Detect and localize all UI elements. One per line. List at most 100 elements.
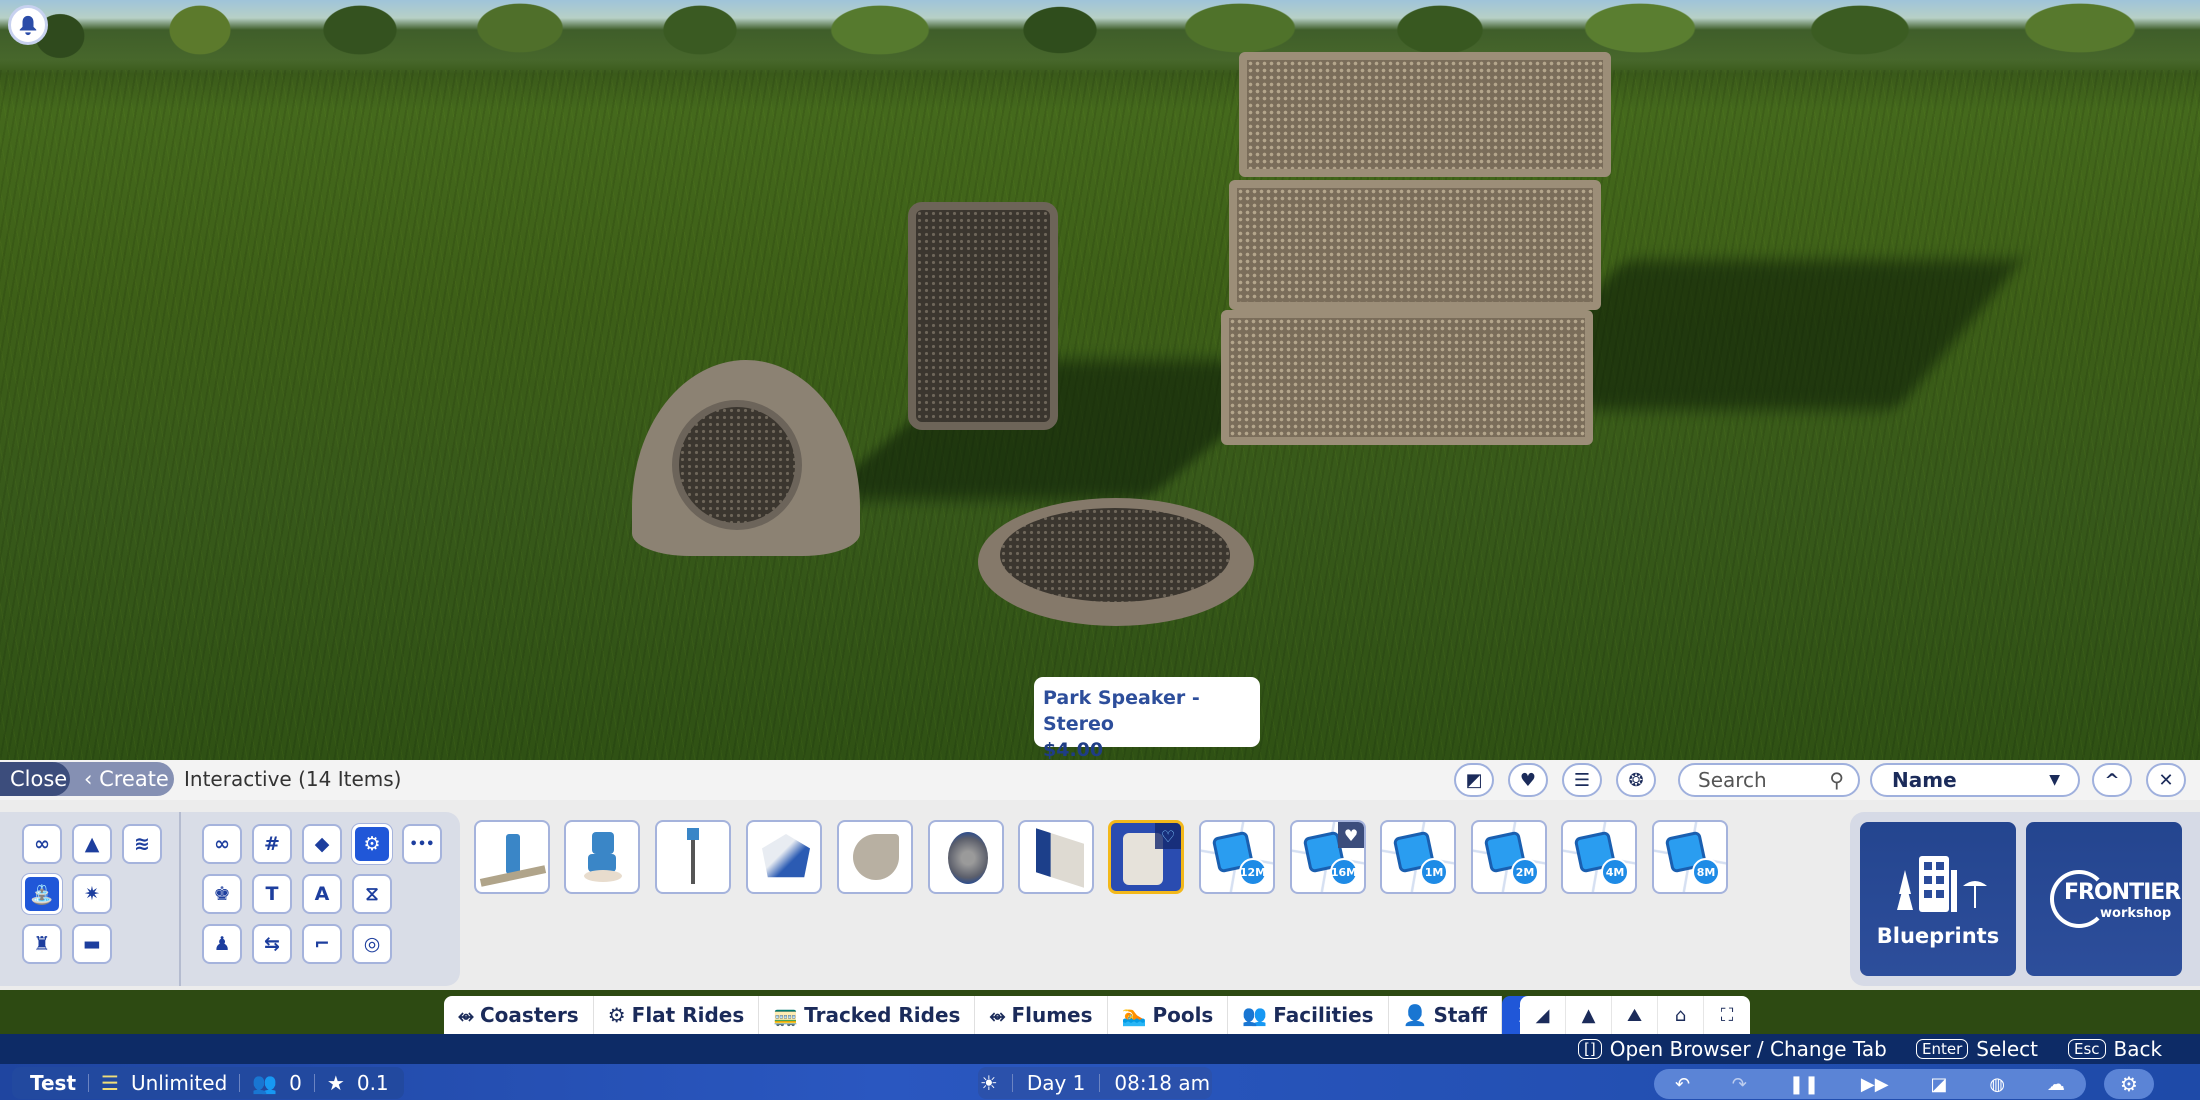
sort-ascending-button[interactable]: ^ <box>2092 763 2132 797</box>
tab-trees[interactable]: ▲ <box>1566 996 1612 1034</box>
weather-icon[interactable]: ☁ <box>2047 1074 2065 1095</box>
favourite-filter-button[interactable]: ♥ <box>1508 763 1548 797</box>
tab-label: Tracked Rides <box>804 1003 961 1027</box>
tab-label: Coasters <box>480 1003 579 1027</box>
item-blueprint-2m[interactable]: 2M <box>1471 820 1547 894</box>
cone-speaker[interactable] <box>632 360 860 556</box>
signpost-icon: ⇆ <box>264 933 280 955</box>
sun-icon: ☀ <box>979 1071 998 1095</box>
search-input[interactable]: Search ⚲ <box>1678 763 1860 797</box>
divider <box>239 1074 241 1092</box>
category-effects[interactable]: ✷ <box>72 874 112 914</box>
tab-mountain[interactable]: ⛰ <box>1612 996 1658 1034</box>
tab-label: Flumes <box>1011 1003 1093 1027</box>
mountain-icon: ⛰ <box>1626 1004 1643 1026</box>
tab-staff[interactable]: 👤 Staff <box>1388 996 1503 1034</box>
terrain-icon: ◢ <box>1535 1004 1550 1026</box>
item-blueprint-1m[interactable]: 1M <box>1380 820 1456 894</box>
item-round-speaker[interactable] <box>928 820 1004 894</box>
subcategory-interactive[interactable]: ⚙ <box>352 824 392 864</box>
game-controls: ↶ ↷ ❚❚ ▶▶ ◪ ◍ ☁ <box>1654 1069 2086 1099</box>
favourite-filled-icon[interactable]: ♥ <box>1338 822 1364 848</box>
tab-expand[interactable]: ⛶ <box>1704 996 1750 1034</box>
subcategory-all[interactable]: ∞ <box>202 824 242 864</box>
subcategory-rings[interactable]: ◎ <box>352 924 392 964</box>
game-viewport[interactable]: Park Speaker - Stereo $4.00 <box>0 0 2200 760</box>
tab-facilities[interactable]: 👥 Facilities <box>1228 996 1389 1034</box>
tooltip-item-price: $4.00 <box>1043 739 1104 760</box>
item-blueprint-12m[interactable]: 12M <box>1199 820 1275 894</box>
notifications-button[interactable] <box>8 5 48 45</box>
favourite-outline-icon[interactable]: ♡ <box>1155 823 1181 849</box>
line-array-speaker[interactable] <box>1215 52 1615 452</box>
shapes-icon: ◆ <box>314 833 330 855</box>
close-browser-button[interactable]: ✕ <box>2146 763 2186 797</box>
item-blueprint-16m[interactable]: 16M ♥ <box>1290 820 1366 894</box>
subcategory-plumbing[interactable]: ⌐ <box>302 924 342 964</box>
subcategory-shapes[interactable]: ◆ <box>302 824 342 864</box>
category-water[interactable]: ≋ <box>122 824 162 864</box>
workshop-filter-button[interactable]: ❂ <box>1616 763 1656 797</box>
category-nature[interactable]: ▲ <box>72 824 112 864</box>
divider <box>1011 1074 1013 1092</box>
redo-icon[interactable]: ↷ <box>1732 1074 1747 1095</box>
item-pole-camera[interactable] <box>655 820 731 894</box>
tab-tracked-rides[interactable]: 🚃 Tracked Rides <box>759 996 976 1034</box>
subcategory-lighting[interactable]: T <box>252 874 292 914</box>
size-badge: 12M <box>1239 858 1267 886</box>
chevron-up-icon: ^ <box>2104 769 2120 791</box>
fast-forward-icon[interactable]: ▶▶ <box>1861 1074 1889 1095</box>
tool-tabs: ◢ ▲ ⛰ ⌂ ⛶ <box>1520 996 1750 1034</box>
workshop-label: workshop <box>2100 906 2172 921</box>
subcategory-frames[interactable]: ⧖ <box>352 874 392 914</box>
item-security-camera[interactable] <box>564 820 640 894</box>
podium-icon: ♟ <box>213 933 231 955</box>
category-park-decoration[interactable]: ⛲ <box>22 874 62 914</box>
park-name[interactable]: Test <box>30 1071 76 1095</box>
sandbox-icon[interactable]: ◍ <box>1989 1074 2005 1095</box>
item-blueprint-8m[interactable]: 8M <box>1652 820 1728 894</box>
item-rail-camera[interactable] <box>474 820 550 894</box>
letter-icon: A <box>314 883 330 905</box>
item-wall-speaker[interactable] <box>1018 820 1094 894</box>
tab-terrain[interactable]: ◢ <box>1520 996 1566 1034</box>
floor-speaker[interactable] <box>978 498 1254 626</box>
camera-off-icon[interactable]: ◪ <box>1930 1074 1947 1095</box>
subcategory-signs[interactable]: A <box>302 874 342 914</box>
size-badge: 2M <box>1511 858 1539 886</box>
category-buildings[interactable]: ♜ <box>22 924 62 964</box>
tab-flumes[interactable]: ⥈ Flumes <box>975 996 1108 1034</box>
robot-icon: ♚ <box>213 883 231 905</box>
subcategory-signposts[interactable]: ⇆ <box>252 924 292 964</box>
subcategory-podium[interactable]: ♟ <box>202 924 242 964</box>
item-blueprint-4m[interactable]: 4M <box>1561 820 1637 894</box>
tab-pools[interactable]: 🏊 Pools <box>1107 996 1229 1034</box>
divider <box>1099 1074 1101 1092</box>
bookshelf-speaker[interactable] <box>908 202 1058 430</box>
blueprint-filter-button[interactable]: ◩ <box>1454 763 1494 797</box>
category-all[interactable]: ∞ <box>22 824 62 864</box>
create-back-button[interactable]: ‹ Create <box>54 762 174 796</box>
item-park-speaker-stereo[interactable]: ♡ <box>1108 820 1184 894</box>
frontier-workshop-button[interactable]: FRONTIER workshop <box>2026 822 2182 976</box>
treeline <box>0 0 2200 72</box>
blueprints-button[interactable]: Blueprints <box>1860 822 2016 976</box>
tab-coasters[interactable]: ⥈ Coasters <box>444 996 594 1034</box>
close-button[interactable]: Close <box>0 762 70 796</box>
undo-icon[interactable]: ↶ <box>1675 1074 1690 1095</box>
settings-button[interactable]: ⚙ <box>2104 1069 2154 1099</box>
tree-icon: ▲ <box>84 833 100 855</box>
item-dodecahedron-speaker[interactable] <box>746 820 822 894</box>
sort-dropdown[interactable]: Name ▼ <box>1870 763 2080 797</box>
filters-button[interactable]: ☰ <box>1562 763 1602 797</box>
tab-flat-rides[interactable]: ⚙ Flat Rides <box>593 996 760 1034</box>
pause-icon[interactable]: ❚❚ <box>1789 1074 1819 1095</box>
time-value: 08:18 am <box>1114 1071 1211 1095</box>
tab-paths[interactable]: ⌂ <box>1658 996 1704 1034</box>
category-furniture[interactable]: ▬ <box>72 924 112 964</box>
subcategory-more[interactable]: ••• <box>402 824 442 864</box>
item-corner-speaker[interactable] <box>837 820 913 894</box>
subcategory-fences[interactable]: # <box>252 824 292 864</box>
divider <box>313 1074 315 1092</box>
subcategory-animatronics[interactable]: ♚ <box>202 874 242 914</box>
